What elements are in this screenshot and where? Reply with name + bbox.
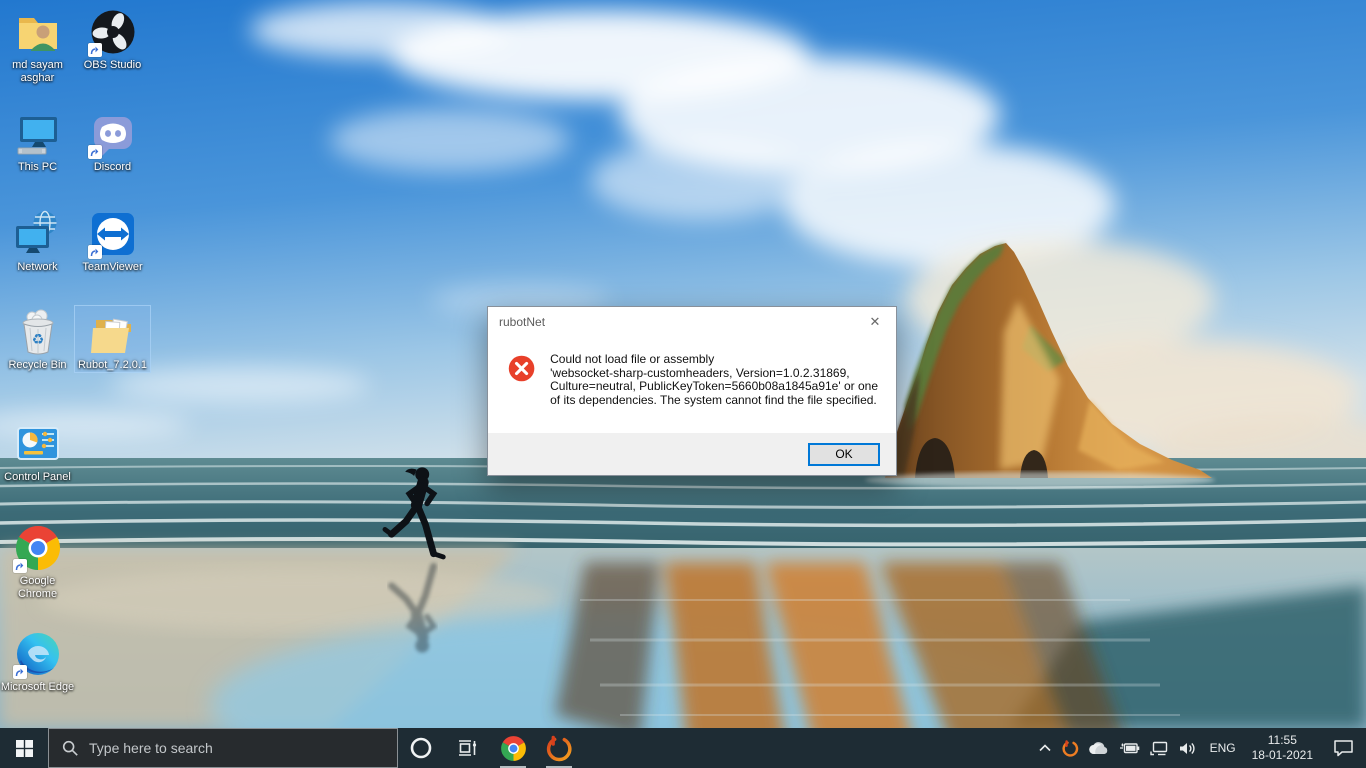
tray-show-hidden-icons[interactable] [1033, 728, 1057, 768]
desktop-icon-network[interactable]: Network [0, 208, 75, 274]
dialog-titlebar[interactable]: rubotNet ✕ [488, 307, 896, 337]
cortana-icon [410, 737, 432, 759]
icon-label: Rubot_7.2.0.1 [77, 359, 148, 371]
shortcut-arrow-icon [87, 245, 102, 259]
icon-label: TeamViewer [82, 261, 143, 273]
network-icon [14, 210, 62, 258]
message-line: of its dependencies. The system cannot f… [550, 392, 877, 407]
rubot-tray-icon [1062, 739, 1078, 757]
dialog-body: Could not load file or assembly 'websock… [488, 337, 896, 433]
speaker-icon [1179, 742, 1195, 754]
control-panel-icon [14, 420, 62, 468]
start-button[interactable] [0, 728, 48, 768]
icon-label: Control Panel [4, 471, 71, 483]
cortana-button[interactable] [398, 728, 444, 768]
desktop-icon-discord[interactable]: Discord [75, 108, 150, 174]
rubot-folder-icon: ⚙ ⚙ [89, 308, 137, 356]
tray-date: 18-01-2021 [1251, 748, 1313, 762]
shortcut-arrow-icon [87, 145, 102, 159]
taskbar-chrome-button[interactable] [490, 728, 536, 768]
desktop-icon-recycle-bin[interactable]: ♻ Recycle Bin [0, 306, 75, 372]
message-line: Could not load file or assembly [550, 352, 715, 366]
task-view-icon [459, 740, 477, 756]
icon-label: md sayam asghar [12, 59, 63, 84]
taskbar-rubot-button[interactable] [536, 728, 582, 768]
tray-volume[interactable] [1173, 728, 1202, 768]
discord-icon [87, 110, 137, 159]
tray-time: 11:55 [1267, 733, 1297, 747]
windows-logo-icon [15, 739, 33, 757]
action-center-icon [1334, 740, 1353, 757]
chrome-icon [500, 735, 526, 761]
dialog-title: rubotNet [499, 315, 546, 329]
icon-label: Google Chrome [17, 575, 58, 600]
onedrive-cloud-icon [1088, 742, 1107, 755]
ethernet-network-icon [1149, 741, 1167, 755]
desktop-icon-control-panel[interactable]: Control Panel [0, 418, 75, 484]
obs-studio-icon [87, 8, 137, 57]
tray-battery[interactable] [1114, 728, 1145, 768]
icon-label: Discord [93, 161, 132, 173]
recycle-bin-icon: ♻ [14, 308, 62, 356]
desktop-icon-rubot-folder[interactable]: ⚙ ⚙ Rubot_7.2.0.1 [74, 305, 151, 373]
microsoft-edge-icon [12, 630, 62, 679]
icon-label: This PC [17, 161, 58, 173]
tray-onedrive[interactable] [1084, 728, 1114, 768]
desktop-icon-microsoft-edge[interactable]: Microsoft Edge [0, 628, 75, 694]
tray-clock[interactable]: 11:55 18-01-2021 [1244, 728, 1321, 768]
rubotnet-error-dialog: rubotNet ✕ Could not load file or assemb… [487, 306, 897, 476]
desktop-icon-teamviewer[interactable]: TeamViewer [75, 208, 150, 274]
icon-label: Microsoft Edge [0, 681, 75, 693]
chevron-up-icon [1039, 744, 1051, 752]
close-icon[interactable]: ✕ [854, 307, 896, 337]
desktop-icon-this-pc[interactable]: This PC [0, 108, 75, 174]
search-icon [62, 740, 78, 756]
shortcut-arrow-icon [87, 43, 102, 57]
task-view-button[interactable] [444, 728, 490, 768]
icon-label: Network [17, 261, 58, 273]
tray-rubot[interactable] [1057, 728, 1084, 768]
user-folder-icon [14, 8, 62, 56]
this-pc-icon [14, 110, 62, 158]
ok-button[interactable]: OK [808, 442, 880, 466]
search-input[interactable] [89, 740, 393, 756]
message-line: Culture=neutral, PublicKeyToken=5660b08a… [550, 379, 878, 393]
battery-charging-icon [1119, 743, 1139, 754]
shortcut-arrow-icon [12, 665, 27, 679]
taskbar-empty-area [582, 728, 1033, 768]
message-line: 'websocket-sharp-customheaders, Version=… [550, 365, 850, 380]
desktop-icon-obs-studio[interactable]: OBS Studio [75, 6, 150, 72]
taskbar: ENG 11:55 18-01-2021 [0, 728, 1366, 768]
tray-language[interactable]: ENG [1202, 728, 1244, 768]
taskbar-search[interactable] [48, 728, 398, 768]
dialog-message: Could not load file or assembly 'websock… [550, 351, 878, 433]
desktop-icon-user-folder[interactable]: md sayam asghar [0, 6, 75, 85]
svg-text:♻: ♻ [31, 332, 44, 348]
teamviewer-icon [87, 210, 137, 259]
rubot-icon [546, 735, 572, 761]
tray-network[interactable] [1145, 728, 1173, 768]
desktop-screen: md sayam asghar This PC Network ♻ Recycl… [0, 0, 1366, 768]
google-chrome-icon [12, 524, 62, 573]
error-icon [508, 355, 535, 382]
dialog-footer: OK [488, 433, 896, 475]
icon-label: Recycle Bin [8, 359, 67, 371]
shortcut-arrow-icon [12, 559, 27, 573]
icon-label: OBS Studio [83, 59, 142, 71]
desktop-icon-google-chrome[interactable]: Google Chrome [0, 522, 75, 601]
action-center-button[interactable] [1321, 728, 1366, 768]
